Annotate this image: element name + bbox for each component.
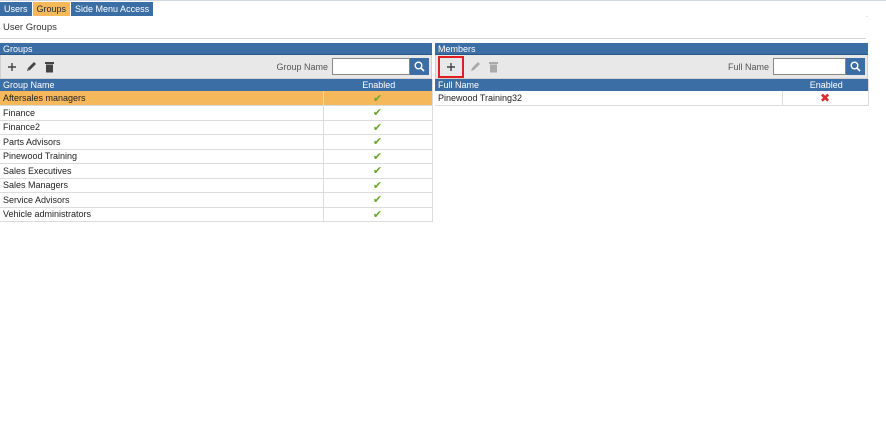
plus-icon <box>447 62 455 71</box>
members-table-header: Full Name Enabled <box>435 79 868 91</box>
title-divider <box>0 38 866 39</box>
column-enabled[interactable]: Enabled <box>323 79 432 91</box>
members-table: Full Name Enabled Pinewood Training32 ✖ <box>435 79 869 106</box>
groups-panel-header: Groups <box>0 43 432 55</box>
add-member-button[interactable] <box>438 55 464 78</box>
row-name-cell: Pinewood Training32 <box>435 91 782 106</box>
column-full-name[interactable]: Full Name <box>435 79 782 91</box>
groups-table-body: Aftersales managers ✔ Finance ✔ Finance2 ✔ Par… <box>0 91 432 222</box>
table-row[interactable]: Sales Managers ✔ <box>0 178 432 193</box>
row-enabled-cell: ✔ <box>322 192 432 208</box>
check-icon: ✔ <box>372 107 383 120</box>
tab-side-menu-access[interactable]: Side Menu Access <box>71 2 154 16</box>
search-icon <box>414 61 425 72</box>
members-table-body: Pinewood Training32 ✖ <box>435 91 868 106</box>
row-name-cell: Vehicle administrators <box>0 207 323 222</box>
full-name-label: Full Name <box>727 61 769 72</box>
add-group-button[interactable] <box>3 58 20 75</box>
table-row[interactable]: Finance2 ✔ <box>0 120 432 135</box>
table-row[interactable]: Service Advisors ✔ <box>0 192 432 208</box>
row-name-cell: Parts Advisors <box>0 134 323 150</box>
tab-users[interactable]: Users <box>0 2 32 16</box>
row-enabled-cell: ✔ <box>322 149 432 164</box>
check-icon: ✔ <box>372 150 383 163</box>
column-enabled[interactable]: Enabled <box>782 79 868 91</box>
check-icon: ✔ <box>372 208 383 221</box>
check-icon: ✔ <box>372 136 383 149</box>
row-enabled-cell: ✔ <box>322 207 432 222</box>
search-icon <box>850 61 861 72</box>
check-icon: ✔ <box>372 165 383 178</box>
table-row[interactable]: Pinewood Training ✔ <box>0 149 432 164</box>
table-row[interactable]: Parts Advisors ✔ <box>0 134 432 150</box>
groups-table-header: Group Name Enabled <box>0 79 432 91</box>
row-enabled-cell: ✔ <box>322 163 432 179</box>
members-toolbar: Full Name <box>435 55 868 79</box>
plus-icon <box>7 62 16 71</box>
groups-panel: Groups Group Name Group Name Enabled Aft… <box>0 43 433 222</box>
full-name-search: Full Name <box>728 58 865 75</box>
cross-icon: ✖ <box>819 91 831 105</box>
check-icon: ✔ <box>372 194 383 207</box>
group-name-input[interactable] <box>332 58 410 75</box>
row-name-cell: Sales Managers <box>0 178 323 193</box>
groups-table: Group Name Enabled Aftersales managers ✔ F… <box>0 79 433 222</box>
table-row[interactable]: Finance ✔ <box>0 105 432 121</box>
row-name-cell: Finance2 <box>0 120 323 135</box>
top-border <box>0 0 886 1</box>
check-icon: ✔ <box>372 92 383 105</box>
table-row[interactable]: Pinewood Training32 ✖ <box>435 91 868 106</box>
delete-member-button[interactable] <box>485 58 502 75</box>
edit-member-button[interactable] <box>466 58 483 75</box>
group-search-button[interactable] <box>410 58 429 75</box>
page-title: User Groups <box>3 22 57 33</box>
members-panel-header: Members <box>435 43 868 55</box>
row-enabled-cell: ✔ <box>322 134 432 150</box>
row-name-cell: Sales Executives <box>0 163 323 179</box>
row-name-cell: Pinewood Training <box>0 149 323 164</box>
full-name-input[interactable] <box>773 58 846 75</box>
row-enabled-cell: ✔ <box>322 178 432 193</box>
trash-icon <box>489 61 498 72</box>
column-group-name[interactable]: Group Name <box>0 79 323 91</box>
member-search-button[interactable] <box>846 58 865 75</box>
row-name-cell: Finance <box>0 105 323 121</box>
check-icon: ✔ <box>372 121 383 134</box>
table-row[interactable]: Aftersales managers ✔ <box>0 91 432 106</box>
pencil-icon <box>26 61 36 71</box>
pencil-icon <box>470 61 480 71</box>
trash-icon <box>45 61 54 72</box>
delete-group-button[interactable] <box>41 58 58 75</box>
group-name-search: Group Name <box>276 58 429 75</box>
group-name-label: Group Name <box>276 61 328 72</box>
edit-group-button[interactable] <box>22 58 39 75</box>
groups-toolbar: Group Name <box>0 55 432 79</box>
row-enabled-cell: ✔ <box>322 91 432 106</box>
members-panel: Members Full Name Full Name Enabled Pine… <box>435 43 869 106</box>
check-icon: ✔ <box>372 179 383 192</box>
corner-mark: . <box>866 12 868 19</box>
row-enabled-cell: ✔ <box>322 105 432 121</box>
row-name-cell: Aftersales managers <box>0 91 323 106</box>
tab-bar: Users Groups Side Menu Access <box>0 2 154 16</box>
tab-groups[interactable]: Groups <box>32 2 71 16</box>
table-row[interactable]: Sales Executives ✔ <box>0 163 432 179</box>
row-enabled-cell: ✔ <box>322 120 432 135</box>
row-name-cell: Service Advisors <box>0 192 323 208</box>
table-row[interactable]: Vehicle administrators ✔ <box>0 207 432 222</box>
row-enabled-cell: ✖ <box>781 91 868 106</box>
